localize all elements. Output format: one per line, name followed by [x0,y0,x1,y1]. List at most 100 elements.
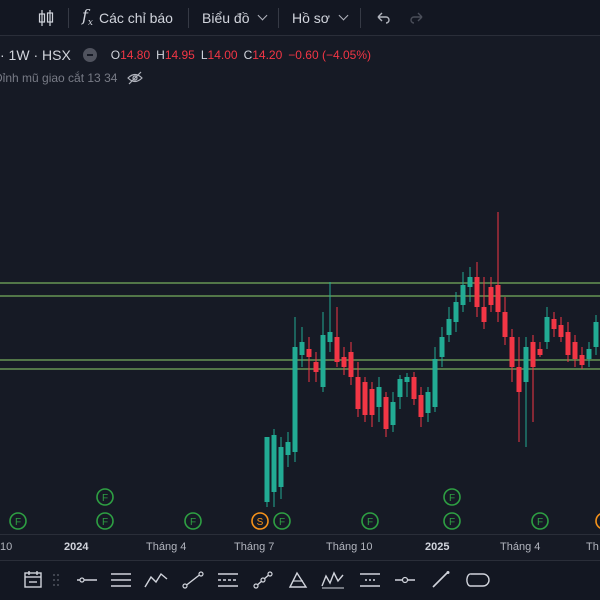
candle-body [390,402,396,425]
candle-body [446,319,452,335]
chart-menu-label: Biểu đồ [202,9,250,26]
indicators-label: Các chỉ báo [99,9,173,26]
anchored-vwap-icon[interactable] [392,569,418,591]
comment-shape-icon[interactable] [464,569,490,591]
candle-body [306,349,312,357]
candle-body [271,435,277,492]
triangle-pattern-icon[interactable] [285,569,311,591]
candle-body [572,342,578,359]
candle-body [432,359,438,407]
earnings-marker-label: F [449,493,455,504]
candle-body [467,277,473,287]
indicators-button[interactable]: fx Các chỉ báo [82,0,173,36]
candle-body [488,287,494,305]
open-key: O [110,48,121,62]
trend-line-icon[interactable] [180,569,206,591]
axis-label: Tháng 4 [146,541,187,553]
candle-body [376,387,382,407]
low-value: 14.00 [207,48,238,62]
earnings-marker-label: F [367,517,373,528]
redo-icon [410,12,423,24]
candle-body [348,352,354,377]
toolbar-divider [278,8,279,28]
split-marker-partial [595,513,600,529]
change-value: −0.60 (−4.05%) [288,48,372,62]
candle-body [537,349,543,355]
chart-menu-button[interactable]: Biểu đồ [202,0,268,36]
candle-body [355,377,361,409]
horizontal-ray-icon[interactable] [74,569,100,591]
price-plot[interactable]: F F F F F F F F F S [0,37,600,560]
axis-label: 10 [0,541,13,553]
candle-body [516,367,522,392]
collapse-legend-icon[interactable] [82,48,97,62]
legend-row: · 1W · HSX O 14.80 H 14.95 L 14.00 C 14.… [0,45,377,65]
function-icon: fx [82,6,93,29]
price-range-icon[interactable] [357,569,383,591]
candle-body [404,377,410,382]
chevron-down-icon [258,10,268,21]
time-axis[interactable]: 10 2024 Tháng 4 Tháng 7 Tháng 10 2025 Th… [0,534,600,559]
brush-icon[interactable] [428,569,454,591]
hidden-eye-icon[interactable] [127,71,144,85]
measure-icon[interactable] [250,569,276,591]
date-range-icon[interactable] [20,569,46,591]
candle-body [418,395,424,417]
symbol-label[interactable]: · 1W · HSX [0,47,71,63]
drawing-toolbar [0,560,600,600]
indicator-label[interactable]: Đỉnh mũ giao cắt 13 34 [0,71,117,85]
candle-body [551,319,557,329]
candle-body [341,357,347,367]
top-toolbar: fx Các chỉ báo Biểu đồ Hồ sơ [0,0,600,36]
chart-pane[interactable]: F F F F F F F F F S · 1W · HSX O 14.80 H 14.95 L … [0,37,600,560]
path-icon[interactable] [143,569,169,591]
indicator-legend-row: Đỉnh mũ giao cắt 13 34 [0,69,144,87]
elliott-wave-icon[interactable] [320,569,346,591]
axis-label: 2024 [64,541,89,553]
candle-body [495,285,501,312]
candle-body [502,312,508,337]
candle-body [530,342,536,367]
axis-label: Tháng 7 [234,541,275,553]
earnings-marker-label: F [537,517,543,528]
open-value: 14.80 [120,48,151,62]
earnings-marker-label: F [102,517,108,528]
earnings-marker-label: F [449,517,455,528]
close-value: 14.20 [252,48,283,62]
candle-body [453,302,459,322]
high-key: H [156,48,165,62]
profile-menu-button[interactable]: Hồ sơ [292,0,349,36]
candle-body [509,337,515,367]
undo-icon [377,12,390,24]
axis-label: Tháng 10 [326,541,373,553]
axis-label: 2025 [425,541,450,553]
earnings-marker-label: F [279,517,285,528]
earnings-marker-label: F [15,517,21,528]
redo-button[interactable] [408,0,426,36]
undo-button[interactable] [374,0,392,36]
candle-body [481,307,487,322]
candle-body [334,337,340,362]
candle-body [474,277,480,307]
candle-body [460,285,466,305]
fib-retracement-icon[interactable] [215,569,241,591]
candlestick-icon [38,9,54,26]
split-marker-label: S [257,517,264,528]
candle-body [579,355,585,365]
axis-label: Th [586,541,599,553]
profile-menu-label: Hồ sơ [292,9,330,26]
candle-body [558,325,564,337]
candle-body [264,437,270,502]
candle-body [586,349,592,359]
parallel-lines-icon[interactable] [108,569,134,591]
candle-body [411,377,417,399]
candle-body [362,382,368,415]
toolbar-divider [68,8,69,28]
candle-body [544,317,550,342]
close-key: C [243,48,253,62]
candle-body [523,347,529,382]
candle-body [383,397,389,429]
candles-chart-type-button[interactable] [36,0,56,36]
drag-handle-icon[interactable] [50,569,62,591]
candle-body [313,362,319,372]
